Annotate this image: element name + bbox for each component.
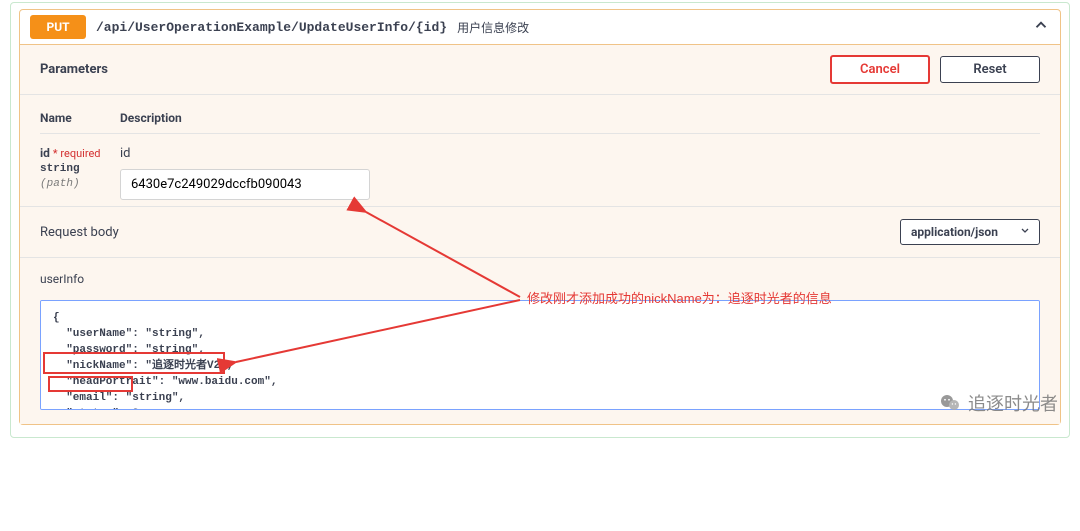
parameters-title: Parameters [40,62,108,77]
content-type-value: application/json [911,225,998,239]
cancel-button[interactable]: Cancel [830,55,930,84]
param-name: id [40,146,50,160]
col-header-name: Name [40,111,120,125]
content-type-select[interactable]: application/json [900,219,1040,245]
operation-block: PUT /api/UserOperationExample/UpdateUser… [19,9,1061,425]
http-method-badge: PUT [30,15,86,39]
body-param-name: userInfo [40,272,1040,286]
annotation-text: 修改刚才添加成功的nickName为：追逐时光者的信息 [527,288,832,307]
request-body-title: Request body [40,225,119,240]
request-body-section: userInfo [20,258,1060,424]
operation-header[interactable]: PUT /api/UserOperationExample/UpdateUser… [20,10,1060,44]
required-label: * required [53,147,101,160]
endpoint-path: /api/UserOperationExample/UpdateUserInfo… [96,20,447,35]
operation-body: Parameters Cancel Reset Name Description… [20,44,1060,424]
watermark: 追逐时光者 [938,390,1058,416]
chevron-down-icon [1019,225,1031,240]
reset-button[interactable]: Reset [940,56,1040,83]
chevron-up-icon [1032,16,1050,38]
param-in: (path) [40,178,80,190]
param-type: string [40,163,80,175]
wechat-icon [938,391,962,415]
parameters-table: Name Description id * required string (p… [20,95,1060,206]
operations-container: PUT /api/UserOperationExample/UpdateUser… [10,2,1070,438]
request-body-textarea[interactable] [40,300,1040,410]
param-value-input[interactable] [120,169,370,200]
parameter-row: id * required string (path) id [40,146,1040,200]
col-header-description: Description [120,111,182,125]
param-description: id [120,146,1040,161]
watermark-text: 追逐时光者 [968,390,1058,416]
request-body-bar: Request body application/json [20,206,1060,258]
parameters-bar: Parameters Cancel Reset [20,45,1060,95]
page-root: { "operation":{ "method":"PUT", "path":"… [0,2,1080,438]
operation-summary: 用户信息修改 [457,19,529,36]
